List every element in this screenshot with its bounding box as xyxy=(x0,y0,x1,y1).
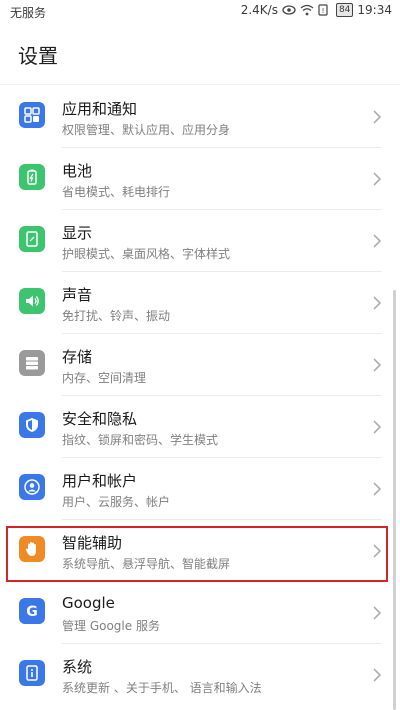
settings-item-system[interactable]: 系统 系统更新 、关于手机、 语言和输入法 xyxy=(0,644,400,706)
settings-item-sound[interactable]: 声音 免打扰、铃声、振动 xyxy=(0,272,400,334)
item-title: 存储 xyxy=(62,348,93,366)
chevron-right-icon xyxy=(373,358,382,372)
settings-item-security[interactable]: 安全和隐私 指纹、锁屏和密码、学生模式 xyxy=(0,396,400,458)
item-title: 用户和帐户 xyxy=(62,472,138,490)
clock: 19:34 xyxy=(357,3,392,17)
settings-item-storage[interactable]: 存储 内存、空间清理 xyxy=(0,334,400,396)
chevron-right-icon xyxy=(373,234,382,248)
battery-indicator: 84 xyxy=(335,3,354,17)
chevron-right-icon xyxy=(373,606,382,620)
item-subtitle: 省电模式、耗电排行 xyxy=(62,185,171,199)
settings-item-battery[interactable]: 电池 省电模式、耗电排行 xyxy=(0,148,400,210)
settings-item-accounts[interactable]: 用户和帐户 用户、云服务、帐户 xyxy=(0,458,400,520)
header-divider xyxy=(0,84,400,85)
scrollbar[interactable] xyxy=(393,290,396,710)
carrier-text: 无服务 xyxy=(10,6,47,20)
network-speed: 2.4K/s xyxy=(240,3,278,17)
settings-item-display[interactable]: 显示 护眼模式、桌面风格、字体样式 xyxy=(0,210,400,272)
item-subtitle: 用户、云服务、帐户 xyxy=(62,495,171,509)
hand-icon xyxy=(19,536,45,562)
sim-icon: ! xyxy=(318,4,332,16)
chevron-right-icon xyxy=(373,296,382,310)
item-title: 应用和通知 xyxy=(62,100,138,118)
item-title: 电池 xyxy=(62,162,93,180)
item-title: 安全和隐私 xyxy=(62,410,138,428)
wifi-icon xyxy=(300,4,314,16)
item-subtitle: 管理 Google 服务 xyxy=(62,619,160,633)
svg-text:!: ! xyxy=(322,7,325,15)
settings-list: 应用和通知 权限管理、默认应用、应用分身 电池 省电模式、耗电排行 显示 护眼模… xyxy=(0,86,400,706)
svg-text:G: G xyxy=(26,604,38,620)
google-icon: G xyxy=(19,598,45,624)
item-subtitle: 权限管理、默认应用、应用分身 xyxy=(62,123,231,137)
battery-icon xyxy=(19,164,45,190)
item-title: 系统 xyxy=(62,658,93,676)
item-subtitle: 内存、空间清理 xyxy=(62,371,147,385)
status-bar: 无服务 2.4K/s ! 84 19:34 xyxy=(0,0,400,24)
info-icon xyxy=(19,660,45,686)
item-title: 智能辅助 xyxy=(62,534,123,552)
display-icon xyxy=(19,226,45,252)
chevron-right-icon xyxy=(373,420,382,434)
chevron-right-icon xyxy=(373,668,382,682)
chevron-right-icon xyxy=(373,110,382,124)
item-subtitle: 免打扰、铃声、振动 xyxy=(62,309,171,323)
shield-icon xyxy=(19,412,45,438)
item-subtitle: 系统更新 、关于手机、 语言和输入法 xyxy=(62,681,262,695)
chevron-right-icon xyxy=(373,544,382,558)
sound-icon xyxy=(19,288,45,314)
item-title: 显示 xyxy=(62,224,93,242)
settings-item-google[interactable]: G Google 管理 Google 服务 xyxy=(0,582,400,644)
item-title: 声音 xyxy=(62,286,93,304)
storage-icon xyxy=(19,350,45,376)
page-title: 设置 xyxy=(18,44,58,68)
item-subtitle: 系统导航、悬浮导航、智能截屏 xyxy=(62,557,231,571)
status-right: 2.4K/s ! 84 19:34 xyxy=(241,3,392,17)
settings-item-smart-assist[interactable]: 智能辅助 系统导航、悬浮导航、智能截屏 xyxy=(0,520,400,582)
user-icon xyxy=(19,474,45,500)
chevron-right-icon xyxy=(373,172,382,186)
settings-item-apps[interactable]: 应用和通知 权限管理、默认应用、应用分身 xyxy=(0,86,400,148)
chevron-right-icon xyxy=(373,482,382,496)
item-title: Google xyxy=(62,594,115,612)
item-subtitle: 指纹、锁屏和密码、学生模式 xyxy=(62,433,219,447)
item-subtitle: 护眼模式、桌面风格、字体样式 xyxy=(62,247,231,261)
apps-icon xyxy=(19,102,45,128)
eye-icon xyxy=(282,4,296,16)
